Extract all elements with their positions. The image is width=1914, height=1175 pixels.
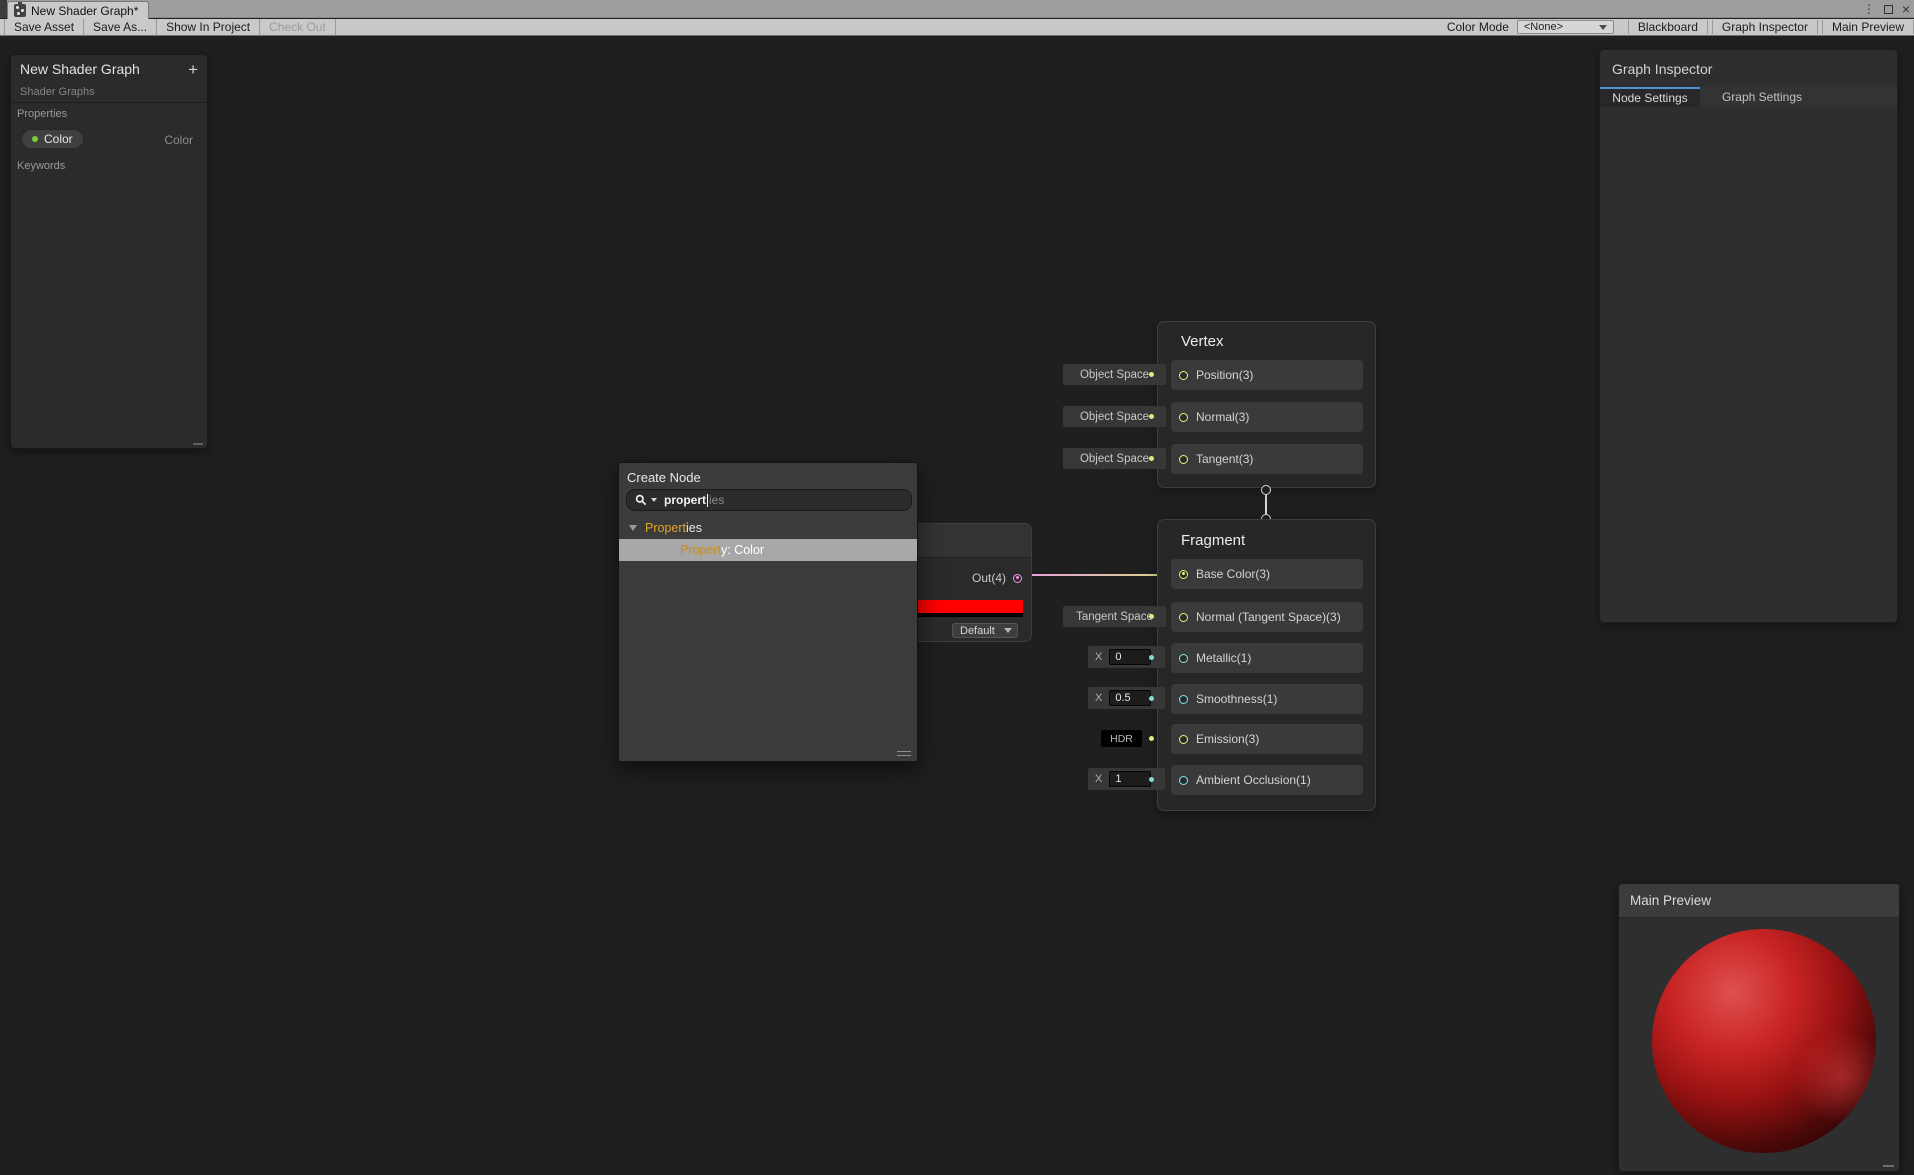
emission-stub-dot [1149, 736, 1154, 741]
graph-inspector-title: Graph Inspector [1612, 61, 1713, 77]
tab-graph-settings[interactable]: Graph Settings [1700, 87, 1824, 107]
blackboard-resize-handle[interactable] [193, 443, 203, 445]
slot-metallic: Metallic(1) [1171, 643, 1363, 673]
emission-port[interactable] [1179, 734, 1188, 744]
fragment-node-title: Fragment [1181, 532, 1246, 549]
smoothness-value-field[interactable]: 0.5 [1109, 690, 1152, 706]
toolbar: Save Asset Save As... Show In Project Ch… [0, 19, 1914, 36]
ao-value-field[interactable]: 1 [1109, 771, 1152, 787]
ambient-occlusion-port[interactable] [1179, 775, 1188, 785]
show-in-project-button[interactable]: Show In Project [157, 19, 261, 35]
window-titlebar: New Shader Graph* ⋮ × [0, 0, 1914, 19]
color-mode-default-dropdown[interactable]: Default [952, 623, 1018, 638]
fragment-master-node[interactable]: Fragment Base Color(3) Normal (Tangent S… [1157, 519, 1376, 811]
result-label: Property: Color [680, 543, 765, 557]
metallic-stub-dot [1149, 655, 1154, 660]
position-stub-dot [1149, 372, 1154, 377]
preview-sphere[interactable] [1652, 929, 1876, 1153]
ao-stub-dot [1149, 777, 1154, 782]
chevron-down-icon [1598, 24, 1607, 30]
save-as-button[interactable]: Save As... [84, 19, 158, 35]
add-property-button[interactable]: + [188, 61, 198, 78]
preview-resize-handle[interactable] [1883, 1165, 1894, 1167]
metallic-value-field[interactable]: 0 [1109, 649, 1152, 665]
slot-normal: Normal(3) [1171, 402, 1363, 432]
normal-ts-stub-dot [1149, 614, 1154, 619]
shader-graph-window: New Shader Graph* ⋮ × Save Asset Save As… [0, 0, 1914, 1175]
slot-ambient-occlusion: Ambient Occlusion(1) [1171, 765, 1363, 795]
edge-out-to-basecolor[interactable] [1022, 574, 1178, 576]
graph-inspector-panel[interactable]: Graph Inspector Node Settings Graph Sett… [1599, 49, 1898, 623]
blackboard-toggle-button[interactable]: Blackboard [1627, 20, 1708, 34]
slot-base-color: Base Color(3) [1171, 559, 1363, 589]
tangent-stub-dot [1149, 456, 1154, 461]
color-mode-dropdown[interactable]: <None> [1516, 20, 1614, 34]
vertex-bottom-connector[interactable] [1261, 485, 1271, 495]
shader-graph-asset-icon [14, 2, 26, 17]
maximize-icon[interactable] [1883, 4, 1893, 14]
out-port-label: Out(4) [971, 571, 1006, 585]
slot-position: Position(3) [1171, 360, 1363, 390]
vertex-node-title: Vertex [1181, 333, 1224, 350]
document-tab-title: New Shader Graph* [31, 3, 139, 18]
property-exposed-dot [32, 136, 38, 142]
slot-smoothness: Smoothness(1) [1171, 684, 1363, 714]
check-out-button: Check Out [260, 19, 336, 35]
normal-stub-dot [1149, 414, 1154, 419]
window-edge [0, 0, 7, 18]
search-icon [635, 494, 647, 506]
graph-inspector-toggle-button[interactable]: Graph Inspector [1711, 20, 1818, 34]
window-menu-icon[interactable]: ⋮ [1863, 3, 1875, 15]
base-color-port[interactable] [1179, 569, 1188, 579]
window-controls: ⋮ × [1863, 0, 1910, 18]
keywords-section-label: Keywords [17, 160, 66, 172]
color-mode-value: <None> [1523, 21, 1564, 33]
smoothness-port[interactable] [1179, 694, 1188, 704]
vertex-master-node[interactable]: Vertex Position(3) Normal(3) Tangent(3) [1157, 321, 1376, 488]
close-icon[interactable]: × [1902, 2, 1910, 16]
chevron-down-icon [1004, 628, 1012, 633]
divider [11, 102, 207, 103]
tab-node-settings[interactable]: Node Settings [1600, 87, 1700, 107]
blackboard-title: New Shader Graph [20, 61, 140, 77]
slot-normal-ts: Normal (Tangent Space)(3) [1171, 602, 1363, 632]
normal-port[interactable] [1179, 412, 1188, 422]
property-type-label: Color [164, 133, 193, 147]
blackboard-subtitle: Shader Graphs [20, 86, 95, 98]
search-text: propert ies [664, 493, 725, 507]
search-autocomplete-suggestion: ies [709, 493, 725, 507]
properties-group-header[interactable]: Properties [619, 519, 917, 537]
metallic-port[interactable] [1179, 653, 1188, 663]
text-cursor [707, 493, 708, 507]
inspector-tabbar: Node Settings Graph Settings [1600, 87, 1897, 107]
color-mode-label: Color Mode [1446, 20, 1509, 34]
color-dropdown-value: Default [960, 624, 995, 637]
smoothness-stub-dot [1149, 696, 1154, 701]
search-filter-chevron-icon[interactable] [651, 498, 657, 502]
main-preview-panel[interactable]: Main Preview [1618, 883, 1900, 1172]
slot-emission: Emission(3) [1171, 724, 1363, 754]
document-tab[interactable]: New Shader Graph* [7, 1, 150, 19]
main-preview-title: Main Preview [1630, 893, 1712, 908]
collapse-triangle-icon [629, 525, 637, 531]
property-color-pill[interactable]: Color [21, 129, 84, 149]
dialog-resize-handle[interactable] [897, 751, 911, 756]
emission-hdr-field[interactable]: HDR [1101, 730, 1142, 747]
save-asset-button[interactable]: Save Asset [4, 19, 85, 35]
position-port[interactable] [1179, 370, 1188, 380]
properties-section-label: Properties [17, 108, 68, 120]
create-node-dialog[interactable]: Create Node propert ies Properties Prope… [618, 462, 918, 762]
out-port[interactable] [1013, 573, 1022, 583]
main-preview-header: Main Preview [1619, 884, 1899, 918]
tangent-port[interactable] [1179, 454, 1188, 464]
property-color-result-item[interactable]: Property: Color [619, 539, 917, 561]
group-label: Properties [645, 521, 702, 535]
toolbar-right-group: Color Mode <None> Blackboard Graph Inspe… [1439, 19, 1914, 35]
node-search-input[interactable]: propert ies [626, 489, 912, 511]
normal-ts-port[interactable] [1179, 612, 1188, 622]
slot-tangent: Tangent(3) [1171, 444, 1363, 474]
blackboard-panel[interactable]: New Shader Graph + Shader Graphs Propert… [10, 54, 208, 449]
create-node-title: Create Node [627, 470, 701, 485]
main-preview-toggle-button[interactable]: Main Preview [1821, 20, 1914, 34]
